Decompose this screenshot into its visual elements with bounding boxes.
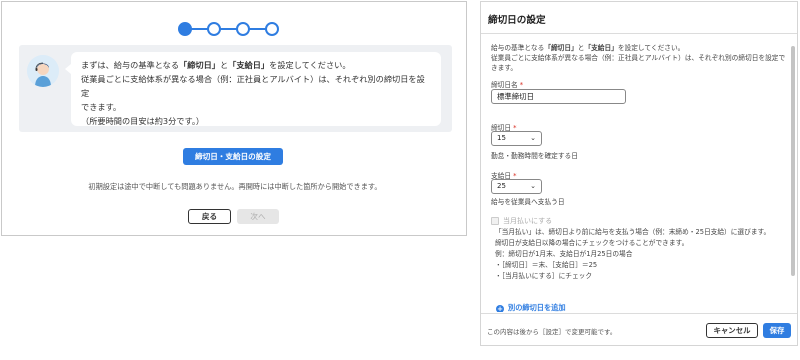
- pay-day-select[interactable]: 25 ⌄: [491, 179, 542, 194]
- message-text: まずは、給与の基準となる: [81, 60, 180, 70]
- same-month-help-2: 締切日が支給日以降の場合にチェックをつけることができます。: [495, 239, 689, 247]
- footer-divider: [481, 313, 797, 314]
- save-button[interactable]: 保存: [763, 323, 791, 338]
- dialog-description-line-2: 従業員ごとに支給体系が異なる場合（例：正社員とアルバイト）は、それぞれ別の締切日…: [491, 54, 786, 62]
- message-line-3: できます。: [81, 102, 122, 112]
- add-closing-day-label: 別の締切日を追加: [508, 303, 566, 312]
- closing-day-select[interactable]: 15 ⌄: [491, 131, 542, 146]
- required-mark: *: [519, 81, 524, 89]
- dialog-title: 締切日の設定: [488, 15, 546, 26]
- description-text: 給与の基準となる: [491, 44, 545, 52]
- same-month-checkbox[interactable]: [491, 217, 499, 225]
- pay-day-value: 25: [497, 182, 506, 190]
- closing-day-help: 勤怠・勤務時間を確定する日: [491, 152, 578, 160]
- message-line-2: 従業員ごとに支給体系が異なる場合（例：正社員とアルバイト）は、それぞれ別の締切日…: [81, 74, 425, 98]
- step-dot-4: [265, 22, 279, 36]
- back-button[interactable]: 戻る: [188, 209, 231, 224]
- cancel-button[interactable]: キャンセル: [706, 323, 758, 338]
- message-text: と: [219, 60, 229, 70]
- step-indicator: [178, 22, 288, 36]
- resume-note: 初期設定は途中で中断しても問題ありません。再開時には中断した箇所から開始できます…: [88, 182, 382, 191]
- step-dot-3: [236, 22, 250, 36]
- description-keyword-pay-day: 「支給日」: [584, 44, 618, 52]
- dialog-body: 給与の基準となる「締切日」と「支給日」を設定してください。 従業員ごとに支給体系…: [481, 34, 797, 312]
- dialog-description-line-1: 給与の基準となる「締切日」と「支給日」を設定してください。: [491, 43, 684, 53]
- dialog-description-line-3: きます。: [491, 64, 518, 72]
- step-line: [186, 28, 276, 30]
- same-month-label: 当月払いにする: [503, 217, 553, 225]
- same-month-help-3: 例：締切日が1月末、支給日が1月25日の場合: [495, 250, 633, 258]
- guide-message: まずは、給与の基準となる「締切日」と「支給日」を設定してください。 従業員ごとに…: [65, 52, 441, 126]
- footer-note: この内容は後から［設定］で変更可能です。: [487, 328, 617, 336]
- message-keyword-closing-day: 「締切日」: [179, 60, 220, 70]
- closing-name-label-text: 締切日名: [491, 81, 518, 89]
- dialog-scrollbar[interactable]: [791, 36, 795, 296]
- chevron-down-icon: ⌄: [530, 134, 536, 142]
- message-keyword-pay-day: 「支給日」: [228, 60, 270, 70]
- setup-closing-pay-day-button[interactable]: 締切日・支給日の設定: [183, 148, 283, 165]
- message-text: を設定してください。: [269, 60, 351, 70]
- operator-avatar-icon: [27, 55, 59, 87]
- plus-circle-icon: +: [496, 305, 504, 312]
- same-month-help-1: 「当月払い」は、締切日より前に給与を支払う場合（例：末締め・25日支給）に選びま…: [495, 228, 771, 236]
- step-dot-1: [178, 22, 192, 36]
- step-dot-2: [207, 22, 221, 36]
- scroll-thumb[interactable]: [791, 46, 795, 276]
- setup-wizard: まずは、給与の基準となる「締切日」と「支給日」を設定してください。 従業員ごとに…: [1, 1, 467, 236]
- pay-day-help: 給与を従業員へ支払う日: [491, 198, 565, 206]
- closing-day-dialog: 締切日の設定 給与の基準となる「締切日」と「支給日」を設定してください。 従業員…: [480, 1, 798, 346]
- closing-day-value: 15: [497, 134, 506, 142]
- add-closing-day-button[interactable]: + 別の締切日を追加: [496, 303, 566, 312]
- guide-panel: まずは、給与の基準となる「締切日」と「支給日」を設定してください。 従業員ごとに…: [19, 45, 452, 132]
- message-time-estimate: （所要時間の目安は約3分です。）: [81, 116, 205, 126]
- closing-name-label: 締切日名 *: [491, 79, 523, 89]
- description-keyword-closing-day: 「締切日」: [544, 44, 578, 52]
- description-text: を設定してください。: [617, 44, 685, 52]
- same-month-help-5: ・［当月払いにする］にチェック: [495, 272, 593, 280]
- next-button[interactable]: 次へ: [237, 209, 279, 224]
- chevron-down-icon: ⌄: [530, 182, 536, 190]
- closing-name-input[interactable]: [491, 89, 626, 104]
- same-month-help-4: ・［締切日］＝末、［支給日］＝25: [495, 261, 598, 269]
